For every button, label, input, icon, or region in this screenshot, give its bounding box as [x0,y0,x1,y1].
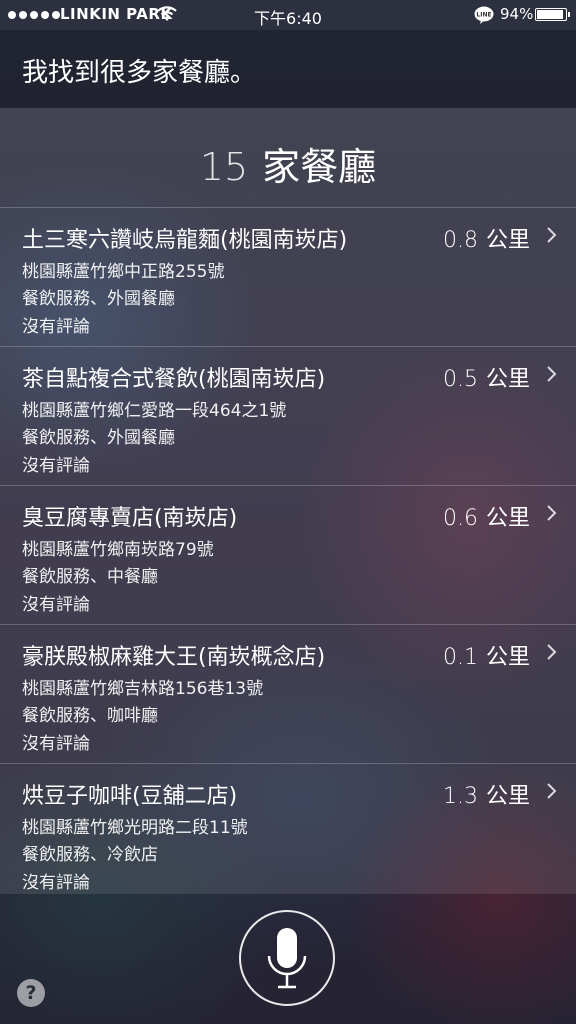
restaurant-review: 沒有評論 [22,456,90,476]
siri-response-header: 我找到很多家餐廳。 [0,30,576,108]
restaurant-address: 桃園縣蘆竹鄉中正路255號 [22,262,225,282]
chevron-right-icon [546,782,558,804]
status-bar: LINKIN PARK 下午6:40 LINE 94% [0,0,576,30]
results-title: 15 家餐廳 [0,136,576,196]
chevron-right-icon [546,504,558,526]
restaurant-results-panel: 15 家餐廳 土三寒六讚岐烏龍麵(桃園南崁店) 0.8 公里 桃園縣蘆竹鄉中正路25… [0,108,576,894]
battery-percentage: 94% [500,5,534,23]
line-app-icon: LINE [474,6,494,28]
restaurant-distance: 0.8 公里 [442,228,530,253]
restaurant-distance: 1.3 公里 [442,784,530,809]
restaurant-item[interactable]: 豪朕殿椒麻雞大王(南崁概念店) 0.1 公里 桃園縣蘆竹鄉吉林路156巷13號 餐… [0,624,576,763]
chevron-right-icon [546,226,558,248]
restaurant-item[interactable]: 臭豆腐專賣店(南崁店) 0.6 公里 桃園縣蘆竹鄉南崁路79號 餐飲服務、中餐廳 … [0,485,576,624]
help-button[interactable]: ? [17,979,45,1007]
restaurant-item[interactable]: 茶自點複合式餐飲(桃園南崁店) 0.5 公里 桃園縣蘆竹鄉仁愛路一段464之1號 … [0,346,576,485]
restaurant-distance: 0.1 公里 [442,645,530,670]
restaurant-name: 土三寒六讚岐烏龍麵(桃園南崁店) [22,228,348,253]
restaurant-list: 土三寒六讚岐烏龍麵(桃園南崁店) 0.8 公里 桃園縣蘆竹鄉中正路255號 餐飲服… [0,207,576,902]
restaurant-category: 餐飲服務、外國餐廳 [22,289,175,309]
microphone-icon [266,926,308,996]
restaurant-item[interactable]: 烘豆子咖啡(豆舖二店) 1.3 公里 桃園縣蘆竹鄉光明路二段11號 餐飲服務、冷飲… [0,763,576,902]
restaurant-review: 沒有評論 [22,734,90,754]
restaurant-name: 豪朕殿椒麻雞大王(南崁概念店) [22,645,326,670]
restaurant-category: 餐飲服務、外國餐廳 [22,428,175,448]
restaurant-name: 茶自點複合式餐飲(桃園南崁店) [22,367,326,392]
restaurant-address: 桃園縣蘆竹鄉光明路二段11號 [22,818,248,838]
restaurant-item[interactable]: 土三寒六讚岐烏龍麵(桃園南崁店) 0.8 公里 桃園縣蘆竹鄉中正路255號 餐飲服… [0,207,576,346]
chevron-right-icon [546,365,558,387]
restaurant-review: 沒有評論 [22,595,90,615]
svg-text:LINE: LINE [476,12,491,19]
restaurant-name: 烘豆子咖啡(豆舖二店) [22,784,238,809]
restaurant-review: 沒有評論 [22,317,90,337]
restaurant-name: 臭豆腐專賣店(南崁店) [22,506,238,531]
siri-mic-button[interactable] [239,910,335,1006]
restaurant-category: 餐飲服務、中餐廳 [22,567,158,587]
chevron-right-icon [546,643,558,665]
restaurant-address: 桃園縣蘆竹鄉吉林路156巷13號 [22,679,264,699]
restaurant-distance: 0.6 公里 [442,506,530,531]
battery-icon [535,8,570,21]
restaurant-distance: 0.5 公里 [442,367,530,392]
restaurant-category: 餐飲服務、咖啡廳 [22,706,158,726]
restaurant-category: 餐飲服務、冷飲店 [22,845,158,865]
restaurant-review: 沒有評論 [22,873,90,893]
results-count: 15 [199,145,249,189]
siri-response-text: 我找到很多家餐廳。 [22,58,257,88]
results-title-label: 家餐廳 [262,145,377,189]
restaurant-address: 桃園縣蘆竹鄉南崁路79號 [22,540,214,560]
restaurant-address: 桃園縣蘆竹鄉仁愛路一段464之1號 [22,401,287,421]
